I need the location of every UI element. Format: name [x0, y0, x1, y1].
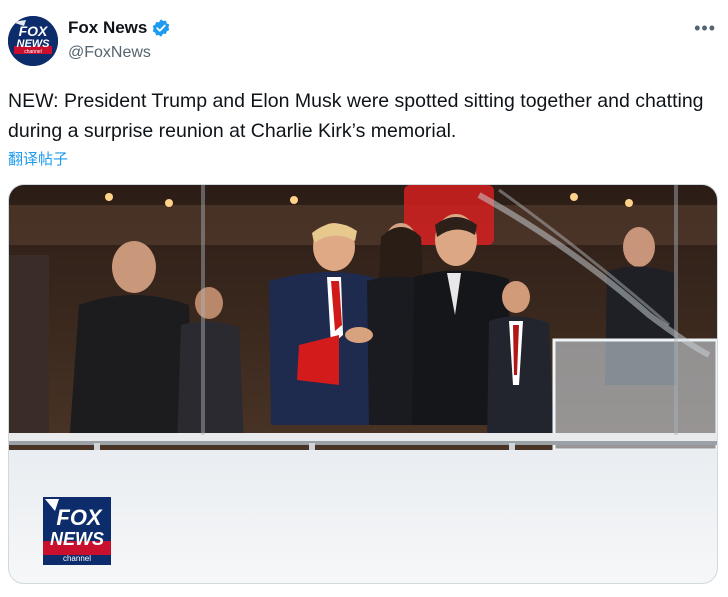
- video-logo-line2: NEWS: [50, 529, 104, 549]
- author-avatar[interactable]: FOX NEWS channel: [8, 16, 58, 66]
- author-name[interactable]: Fox News: [68, 18, 147, 38]
- author-handle[interactable]: @FoxNews: [68, 44, 151, 62]
- fox-news-logo-icon: FOX NEWS channel: [8, 16, 58, 66]
- video-logo-line1: FOX: [56, 505, 103, 530]
- translate-post-link[interactable]: 翻译帖子: [8, 148, 68, 169]
- post-text: NEW: President Trump and Elon Musk were …: [8, 90, 704, 142]
- author-name-row: Fox News: [68, 18, 171, 38]
- post-header: FOX NEWS channel Fox News @FoxNews •••: [8, 14, 720, 68]
- avatar-line3: channel: [24, 49, 42, 55]
- fox-news-channel-logo: FOX NEWS channel: [43, 497, 111, 565]
- video-logo-line3: channel: [63, 554, 91, 563]
- avatar-line1: FOX: [19, 23, 49, 39]
- verified-badge-icon[interactable]: [151, 18, 171, 38]
- video-frame: [9, 185, 717, 583]
- more-options-icon[interactable]: •••: [694, 18, 716, 39]
- post-video[interactable]: FOX NEWS channel: [8, 184, 718, 584]
